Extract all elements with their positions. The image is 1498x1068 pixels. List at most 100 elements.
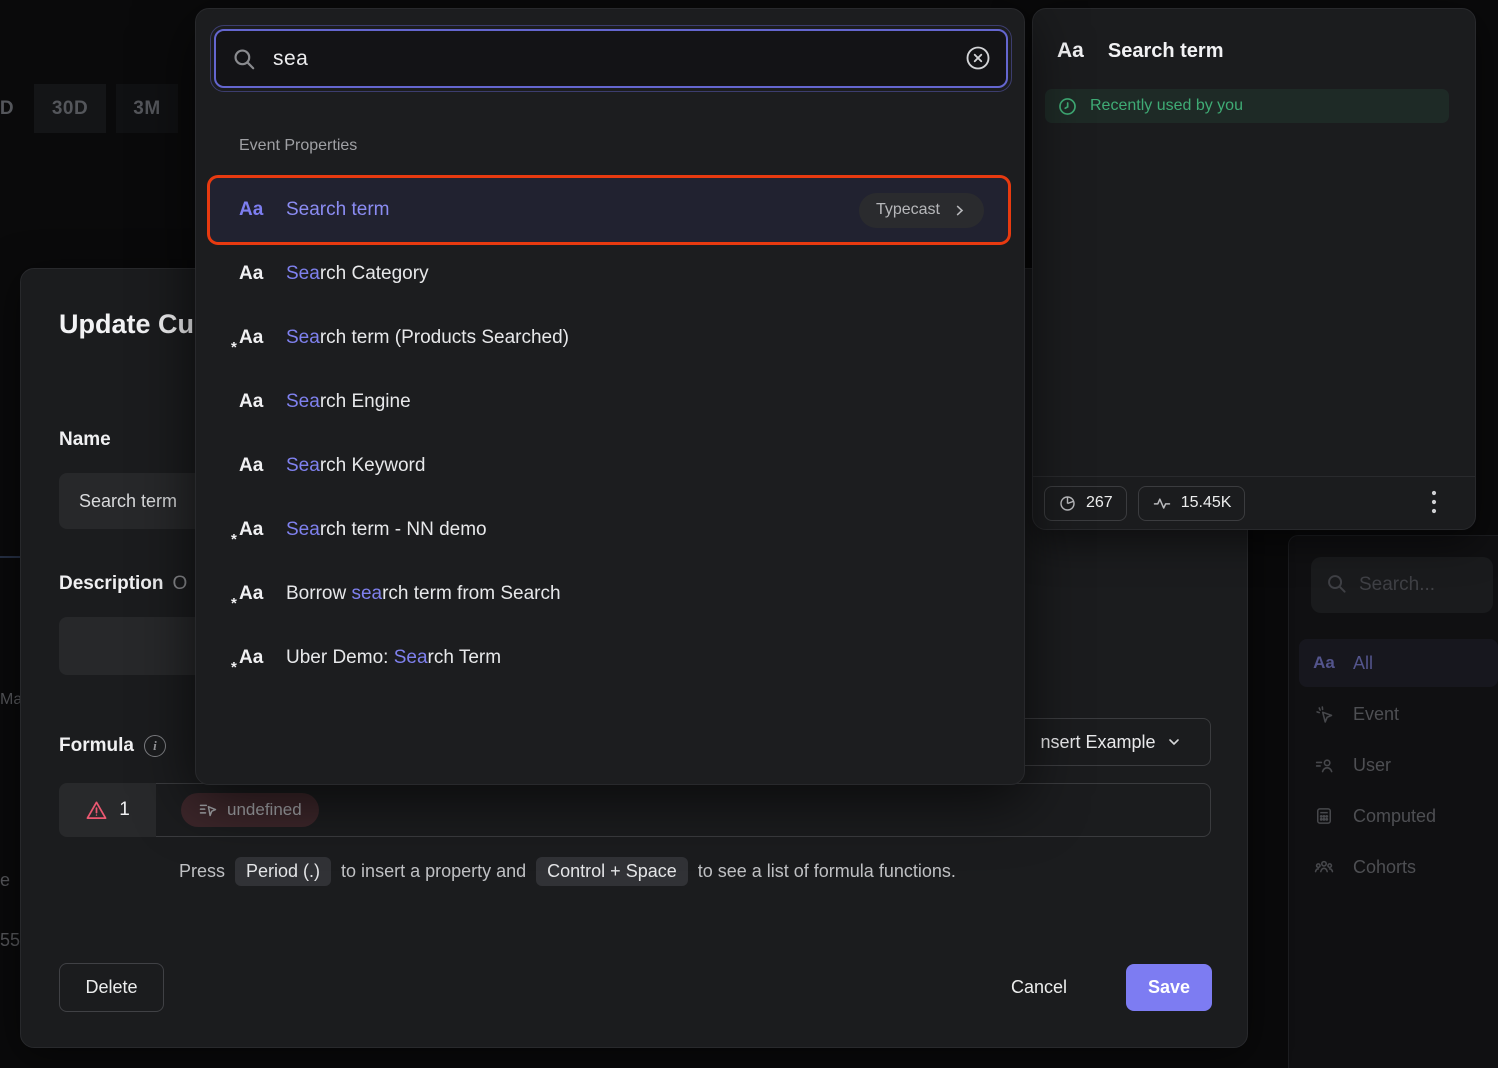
distinct-values-pill[interactable]: 267 bbox=[1044, 486, 1127, 521]
text-property-type-icon: Aa bbox=[1057, 39, 1084, 63]
recently-used-badge: Recently used by you bbox=[1045, 89, 1449, 123]
user-icon bbox=[1313, 755, 1335, 776]
text-property-icon: Aa bbox=[1313, 653, 1335, 673]
chevron-right-icon bbox=[952, 203, 967, 218]
property-row-label: Search Keyword bbox=[286, 455, 425, 477]
modal-title: Update Cu bbox=[59, 309, 194, 340]
typecast-button[interactable]: Typecast bbox=[859, 193, 984, 228]
sidebar-filter-user[interactable]: User bbox=[1299, 741, 1498, 789]
chart-axis-label: e bbox=[0, 870, 10, 891]
x-circle-icon bbox=[964, 44, 992, 72]
custom-asterisk: * bbox=[231, 595, 237, 612]
sidebar-filter-event[interactable]: Event bbox=[1299, 690, 1498, 738]
time-tab-3m[interactable]: 3M bbox=[116, 84, 178, 133]
info-icon[interactable]: i bbox=[144, 735, 166, 757]
description-label-text: Description bbox=[59, 573, 164, 594]
recently-used-label: Recently used by you bbox=[1090, 97, 1243, 115]
formula-property-chip[interactable]: undefined bbox=[181, 793, 319, 827]
sidebar-filter-all[interactable]: Aa All bbox=[1299, 639, 1498, 687]
property-row-label: Search term (Products Searched) bbox=[286, 327, 569, 349]
formula-input[interactable]: undefined bbox=[156, 783, 1211, 837]
property-type-filter-list: Aa All Event User Computed Cohorts bbox=[1299, 639, 1498, 894]
chart-axis-label: 55 bbox=[0, 930, 20, 951]
sidebar-filter-label: All bbox=[1353, 653, 1373, 674]
sidebar-filter-label: Computed bbox=[1353, 806, 1436, 827]
text-property-icon: Aa bbox=[239, 199, 266, 221]
clear-search-button[interactable] bbox=[964, 44, 992, 72]
custom-text-property-icon: Aa* bbox=[239, 583, 266, 605]
typecast-label: Typecast bbox=[876, 201, 940, 219]
insert-example-label: nsert Example bbox=[1040, 732, 1155, 753]
error-count: 1 bbox=[119, 799, 130, 821]
search-icon bbox=[1325, 572, 1348, 595]
property-row[interactable]: Aa Search term Typecast bbox=[210, 178, 1008, 242]
property-row[interactable]: Aa* Search term - NN demo bbox=[210, 498, 1008, 562]
property-row[interactable]: Aa Search Keyword bbox=[210, 434, 1008, 498]
text-property-icon: Aa bbox=[239, 391, 266, 413]
custom-text-property-icon: Aa* bbox=[239, 647, 266, 669]
cancel-button[interactable]: Cancel bbox=[984, 963, 1094, 1012]
property-row-label: Uber Demo: Search Term bbox=[286, 647, 501, 669]
property-details-title: Search term bbox=[1108, 40, 1224, 63]
details-footer: 267 15.45K bbox=[1033, 476, 1475, 529]
property-row-label: Search Engine bbox=[286, 391, 411, 413]
delete-button[interactable]: Delete bbox=[59, 963, 164, 1012]
event-volume-pill[interactable]: 15.45K bbox=[1138, 486, 1246, 521]
chevron-down-icon bbox=[1166, 734, 1182, 750]
help-press: Press bbox=[179, 861, 225, 882]
sidebar-filter-label: Cohorts bbox=[1353, 857, 1416, 878]
sidebar-filter-computed[interactable]: Computed bbox=[1299, 792, 1498, 840]
help-mid: to insert a property and bbox=[341, 861, 526, 882]
more-options-button[interactable] bbox=[1423, 488, 1445, 516]
distinct-values-count: 267 bbox=[1086, 494, 1113, 512]
custom-asterisk: * bbox=[231, 531, 237, 548]
property-row-label: Search Category bbox=[286, 263, 429, 285]
property-row-label: Borrow search term from Search bbox=[286, 583, 561, 605]
computed-icon bbox=[1313, 806, 1335, 826]
insert-example-button[interactable]: nsert Example bbox=[1011, 718, 1211, 766]
chip-label: undefined bbox=[227, 800, 302, 820]
clock-icon bbox=[1057, 96, 1078, 117]
time-tab-30d[interactable]: 30D bbox=[34, 84, 106, 133]
pie-chart-icon bbox=[1058, 494, 1077, 513]
custom-event-icon bbox=[198, 800, 218, 820]
text-property-icon: Aa bbox=[239, 455, 266, 477]
activity-icon bbox=[1152, 493, 1172, 513]
property-row[interactable]: Aa Search Engine bbox=[210, 370, 1008, 434]
property-row[interactable]: Aa* Search term (Products Searched) bbox=[210, 306, 1008, 370]
app-window: D 30D 3M May e 55 Update Cu Name Descrip… bbox=[0, 0, 1498, 1068]
search-icon bbox=[231, 46, 257, 72]
sidebar-filter-cohorts[interactable]: Cohorts bbox=[1299, 843, 1498, 891]
property-row-label: Search term bbox=[286, 199, 389, 221]
kebab-menu-icon bbox=[1431, 489, 1437, 515]
kbd-period: Period (.) bbox=[235, 857, 331, 886]
property-row[interactable]: Aa Search Category bbox=[210, 242, 1008, 306]
description-label: Description O bbox=[59, 573, 187, 595]
text-property-icon: Aa bbox=[239, 263, 266, 285]
event-icon bbox=[1313, 704, 1335, 725]
help-suffix: to see a list of formula functions. bbox=[698, 861, 956, 882]
sidebar-filter-label: Event bbox=[1353, 704, 1399, 725]
name-label: Name bbox=[59, 429, 111, 451]
custom-text-property-icon: Aa* bbox=[239, 519, 266, 541]
property-search-dropdown: Event Properties AaSearch termTypecastAa… bbox=[195, 8, 1025, 785]
custom-text-property-icon: Aa* bbox=[239, 327, 266, 349]
save-button[interactable]: Save bbox=[1126, 964, 1212, 1011]
property-filter-sidebar: Aa All Event User Computed Cohorts bbox=[1288, 535, 1498, 1068]
description-hint: O bbox=[173, 573, 188, 594]
formula-help-text: Press Period (.) to insert a property an… bbox=[179, 857, 956, 886]
property-row[interactable]: Aa* Uber Demo: Search Term bbox=[210, 626, 1008, 690]
event-volume-count: 15.45K bbox=[1181, 494, 1232, 512]
property-details-panel: Aa Search term Recently used by you 267 bbox=[1032, 8, 1476, 530]
cohorts-icon bbox=[1313, 856, 1335, 878]
formula-error-indicator: 1 bbox=[59, 783, 156, 837]
property-row[interactable]: Aa* Borrow search term from Search bbox=[210, 562, 1008, 626]
custom-asterisk: * bbox=[231, 659, 237, 676]
time-tab-7d[interactable]: D bbox=[0, 84, 22, 133]
time-range-tabs: D 30D 3M bbox=[0, 84, 178, 133]
formula-label: Formula bbox=[59, 735, 134, 757]
custom-asterisk: * bbox=[231, 339, 237, 356]
property-row-label: Search term - NN demo bbox=[286, 519, 487, 541]
property-search-input[interactable] bbox=[214, 29, 1008, 88]
warning-icon bbox=[85, 799, 108, 822]
